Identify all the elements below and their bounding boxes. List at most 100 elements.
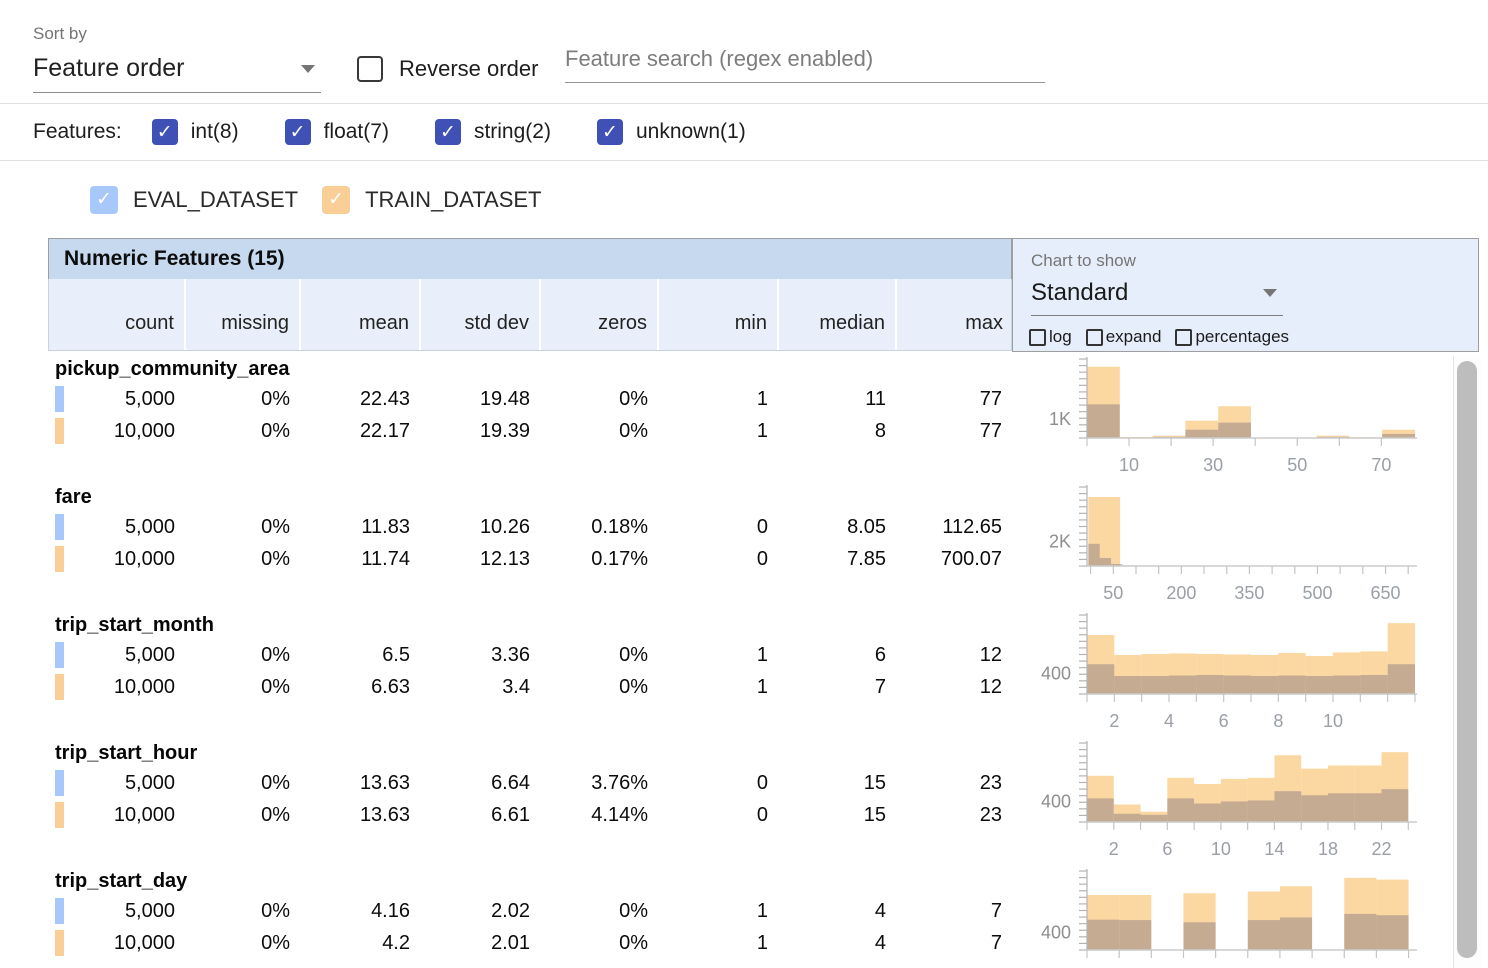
stat-cell-mean: 6.63	[300, 676, 420, 699]
stat-cell-std-dev: 12.13	[420, 548, 540, 571]
dataset-checkbox[interactable]: ✓	[90, 186, 118, 214]
type-filter-checkbox[interactable]: ✓	[597, 119, 623, 145]
vertical-scrollbar-thumb[interactable]	[1457, 361, 1477, 958]
stat-cell-mean: 4.2	[300, 932, 420, 955]
sort-by-select[interactable]: Feature order	[33, 54, 321, 93]
stat-cell-missing: 0%	[185, 516, 300, 539]
type-filter-unknown1[interactable]: ✓ unknown(1)	[597, 119, 746, 145]
dataset-checkbox[interactable]: ✓	[322, 186, 350, 214]
stat-cell-max: 7	[896, 900, 1012, 923]
feature-histogram-trip_start_day: 400	[1012, 865, 1442, 968]
x-axis-tick-label: 4	[1164, 711, 1174, 731]
x-axis-tick-label: 50	[1103, 583, 1123, 603]
histogram-bar	[1114, 814, 1141, 822]
stat-cell-min: 1	[658, 676, 778, 699]
stat-cell-std-dev: 2.01	[420, 932, 540, 955]
histogram-bar	[1248, 800, 1275, 822]
stat-cell-count: 10,000	[66, 548, 185, 571]
stat-cell-zeros: 0%	[540, 420, 658, 443]
chart-option-percentages[interactable]: percentages	[1175, 327, 1289, 347]
type-filter-checkbox[interactable]: ✓	[152, 119, 178, 145]
stat-cell-max: 7	[896, 932, 1012, 955]
stat-cell-count: 5,000	[66, 772, 185, 795]
feature-name: trip_start_day	[48, 863, 1012, 895]
stat-cell-median: 15	[778, 772, 896, 795]
reverse-order-checkbox[interactable]	[357, 56, 383, 82]
chart-type-select[interactable]: Standard	[1031, 279, 1283, 316]
chart-option-label: log	[1049, 327, 1072, 347]
histogram-svg: 1K10305070	[1012, 353, 1442, 481]
feature-type-filter-row: Features: ✓int(8)✓float(7)✓string(2)✓unk…	[0, 104, 1488, 161]
chart-option-checkbox[interactable]	[1175, 329, 1192, 346]
numeric-features-title: Numeric Features (15)	[48, 238, 1012, 280]
x-axis-tick-label: 650	[1370, 583, 1400, 603]
type-filter-label: unknown(1)	[636, 120, 746, 144]
sort-by-label: Sort by	[33, 24, 87, 44]
histogram-bar	[1274, 791, 1301, 822]
x-axis-tick-label: 350	[1234, 583, 1264, 603]
stats-row-train_dataset: 10,0000%22.1719.390%1877	[48, 415, 1012, 447]
histogram-svg: 400	[1012, 865, 1442, 968]
feature-block-trip_start_day: trip_start_day5,0000%4.162.020%14710,000…	[48, 863, 1012, 968]
stats-row-train_dataset: 10,0000%13.636.614.14%01523	[48, 799, 1012, 831]
dataset-color-chip	[55, 546, 64, 572]
dataset-color-chip	[55, 514, 64, 540]
stat-cell-std-dev: 2.02	[420, 900, 540, 923]
stat-cell-zeros: 0.17%	[540, 548, 658, 571]
stats-row-train_dataset: 10,0000%11.7412.130.17%07.85700.07	[48, 543, 1012, 575]
stat-cell-median: 7.85	[778, 548, 896, 571]
reverse-order-label: Reverse order	[399, 56, 538, 82]
type-filter-checkbox[interactable]: ✓	[285, 119, 311, 145]
dataset-toggle-train_dataset[interactable]: ✓TRAIN_DATASET	[322, 186, 541, 214]
stat-cell-min: 1	[658, 932, 778, 955]
type-filter-int8[interactable]: ✓ int(8)	[152, 119, 239, 145]
type-filter-checkbox[interactable]: ✓	[435, 119, 461, 145]
column-header-median: median	[779, 279, 897, 350]
chart-controls-panel: Chart to show Standard logexpandpercenta…	[1012, 238, 1479, 352]
stat-cell-count: 10,000	[66, 420, 185, 443]
chart-option-checkbox[interactable]	[1029, 329, 1046, 346]
stats-row-eval_dataset: 5,0000%4.162.020%147	[48, 895, 1012, 927]
stats-row-eval_dataset: 5,0000%22.4319.480%11177	[48, 383, 1012, 415]
check-icon: ✓	[602, 123, 618, 142]
chart-option-checkbox[interactable]	[1086, 329, 1103, 346]
stat-cell-zeros: 0%	[540, 644, 658, 667]
check-icon: ✓	[157, 123, 173, 142]
stat-cell-mean: 11.83	[300, 516, 420, 539]
feature-histogram-trip_start_month: 400246810	[1012, 609, 1442, 737]
x-axis-tick-label: 2	[1109, 839, 1119, 859]
stat-cell-mean: 22.17	[300, 420, 420, 443]
chart-option-expand[interactable]: expand	[1086, 327, 1162, 347]
vertical-scrollbar-track[interactable]	[1453, 356, 1481, 968]
dataset-color-chip	[55, 898, 64, 924]
histogram-bar	[1183, 922, 1215, 950]
type-filter-float7[interactable]: ✓float(7)	[285, 119, 389, 145]
stat-cell-max: 112.65	[896, 516, 1012, 539]
x-axis-tick-label: 70	[1371, 455, 1391, 475]
histogram-bar	[1333, 676, 1360, 694]
feature-search-wrap	[565, 46, 1045, 83]
histogram-bar	[1301, 795, 1328, 822]
stat-cell-median: 8.05	[778, 516, 896, 539]
histogram-bar	[1196, 675, 1223, 694]
stat-cell-median: 11	[778, 388, 896, 411]
stat-cell-min: 0	[658, 772, 778, 795]
stat-cell-min: 0	[658, 516, 778, 539]
feature-block-pickup_community_area: pickup_community_area5,0000%22.4319.480%…	[48, 351, 1012, 479]
stats-row-eval_dataset: 5,0000%13.636.643.76%01523	[48, 767, 1012, 799]
stat-cell-zeros: 0.18%	[540, 516, 658, 539]
x-axis-tick-label: 10	[1323, 711, 1343, 731]
feature-block-trip_start_hour: trip_start_hour5,0000%13.636.643.76%0152…	[48, 735, 1012, 863]
type-filter-string2[interactable]: ✓string(2)	[435, 119, 551, 145]
histogram-bar	[1087, 664, 1114, 694]
stat-cell-count: 5,000	[66, 388, 185, 411]
dataset-toggle-eval_dataset[interactable]: ✓EVAL_DATASET	[90, 186, 298, 214]
chart-option-label: expand	[1106, 327, 1162, 347]
stat-cell-std-dev: 3.36	[420, 644, 540, 667]
chart-option-log[interactable]: log	[1029, 327, 1072, 347]
dataset-color-chip	[55, 802, 64, 828]
feature-search-input[interactable]	[565, 46, 1045, 83]
x-axis-tick-label: 30	[1203, 455, 1223, 475]
feature-name: trip_start_hour	[48, 735, 1012, 767]
type-filter-label: int(8)	[191, 120, 239, 144]
